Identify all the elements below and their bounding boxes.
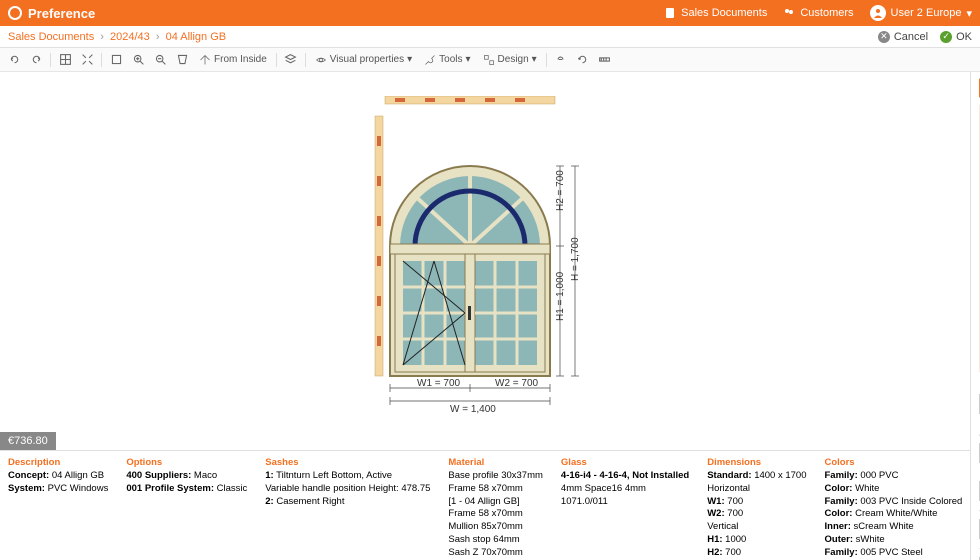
spec-material: Material Base profile 30x37mm Frame 58 x…	[448, 457, 543, 554]
brand-name: Preference	[28, 6, 95, 21]
drawing-canvas[interactable]: W1 = 700 W2 = 700 W = 1,400 H2 = 700 H1 …	[0, 72, 970, 450]
nav-user-label: User 2 Europe	[891, 7, 962, 19]
chevron-down-icon: ▾	[466, 54, 471, 65]
window-drawing: W1 = 700 W2 = 700 W = 1,400 H2 = 700 H1 …	[355, 96, 615, 426]
close-icon: ✕	[878, 31, 890, 43]
specs-panel: Description Concept: 04 Allign GB System…	[0, 450, 970, 560]
spec-colors: Colors Family: 000 PVC Color: White Fami…	[825, 457, 963, 554]
breadcrumb-root[interactable]: Sales Documents	[8, 31, 94, 43]
ok-button[interactable]: ✓OK	[940, 31, 972, 43]
spec-options: Options 400 Suppliers: Maco 001 Profile …	[126, 457, 247, 554]
dim-w: W = 1,400	[450, 404, 496, 415]
zoom-out-button[interactable]	[152, 52, 168, 68]
zoom-in-button[interactable]	[130, 52, 146, 68]
nav-user[interactable]: User 2 Europe ▾	[870, 5, 972, 21]
people-icon	[783, 7, 795, 19]
check-icon: ✓	[940, 31, 952, 43]
chevron-down-icon: ▾	[532, 54, 537, 65]
breadcrumb: Sales Documents › 2024/43 › 04 Allign GB	[8, 31, 226, 43]
grid-button[interactable]	[57, 52, 73, 68]
from-inside-button[interactable]: From Inside	[196, 54, 270, 66]
app-header: Preference Sales Documents Customers Use…	[0, 0, 980, 26]
design-menu[interactable]: Design ▾	[480, 54, 540, 66]
dim-h2: H2 = 700	[555, 170, 566, 211]
chevron-down-icon: ▾	[407, 54, 412, 65]
spec-description: Description Concept: 04 Allign GB System…	[8, 457, 108, 554]
properties-panel: Model Elements Main Dimensions Profiles …	[970, 72, 980, 560]
measure-button[interactable]	[597, 52, 613, 68]
breadcrumb-doc[interactable]: 2024/43	[110, 31, 150, 43]
subbar: Sales Documents › 2024/43 › 04 Allign GB…	[0, 26, 980, 48]
dim-h1: H1 = 1,000	[555, 271, 566, 321]
zoom-fit-button[interactable]	[108, 52, 124, 68]
refresh-button[interactable]	[575, 52, 591, 68]
view-icon	[199, 54, 211, 66]
nav-customers-label: Customers	[800, 7, 853, 19]
brand-logo-icon	[8, 6, 22, 20]
spec-sashes: Sashes 1: Tiltnturn Left Bottom, Active …	[265, 457, 430, 554]
tools-menu[interactable]: Tools ▾	[421, 54, 473, 66]
nav-sales-label: Sales Documents	[681, 7, 767, 19]
nav-customers[interactable]: Customers	[783, 7, 853, 19]
wrench-icon	[424, 54, 436, 66]
layers-button[interactable]	[283, 52, 299, 68]
toolbar: From Inside Visual properties ▾ Tools ▾ …	[0, 48, 980, 72]
visual-properties-menu[interactable]: Visual properties ▾	[312, 54, 415, 66]
perspective-button[interactable]	[174, 52, 190, 68]
document-icon	[664, 7, 676, 19]
avatar-icon	[870, 5, 886, 21]
nav-sales-documents[interactable]: Sales Documents	[664, 7, 767, 19]
link-button[interactable]	[553, 52, 569, 68]
expand-button[interactable]	[79, 52, 95, 68]
dim-h: H = 1,700	[570, 237, 581, 281]
redo-button[interactable]	[28, 52, 44, 68]
chevron-down-icon: ▾	[966, 7, 972, 20]
cancel-button[interactable]: ✕Cancel	[878, 31, 928, 43]
spec-glass: Glass 4-16-i4 - 4-16-4, Not Installed 4m…	[561, 457, 689, 554]
brand: Preference	[8, 6, 95, 21]
dim-w2: W2 = 700	[495, 378, 539, 389]
design-icon	[483, 54, 495, 66]
spec-dimensions: Dimensions Standard: 1400 x 1700 Horizon…	[707, 457, 806, 554]
undo-button[interactable]	[6, 52, 22, 68]
eye-icon	[315, 54, 327, 66]
price-tag: €736.80	[0, 432, 56, 450]
breadcrumb-item[interactable]: 04 Allign GB	[166, 31, 227, 43]
dim-w1: W1 = 700	[417, 378, 461, 389]
